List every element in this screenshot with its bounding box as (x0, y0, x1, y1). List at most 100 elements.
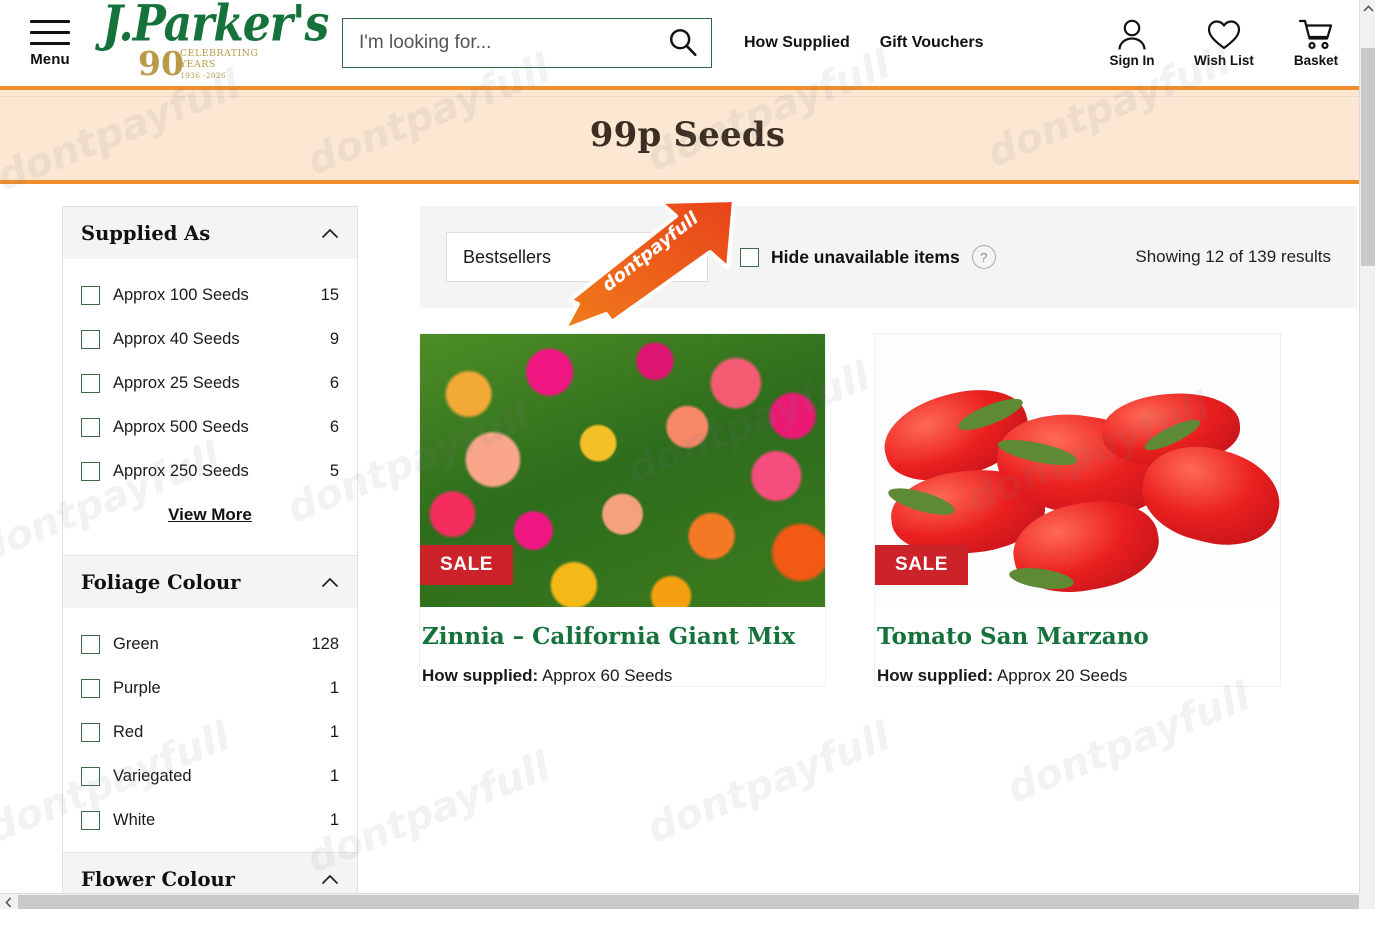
status-badge: SALE (875, 545, 969, 585)
hide-unavailable-label: Hide unavailable items (771, 246, 960, 267)
chevron-up-icon (1362, 5, 1374, 12)
filter-option-label: Green (113, 634, 159, 653)
filter-option-count: 1 (329, 766, 339, 785)
product-title[interactable]: Zinnia – California Giant Mix (420, 607, 825, 652)
help-icon[interactable]: ? (971, 245, 996, 269)
filter-option-count: 6 (329, 373, 339, 392)
filter-option[interactable]: Approx 500 Seeds 6 (81, 405, 339, 449)
chevron-left-icon (5, 896, 12, 908)
search-box (342, 18, 712, 68)
cart-icon (1298, 19, 1333, 50)
filter-option[interactable]: White 1 (81, 798, 339, 842)
facet-flower-colour-title: Flower Colour (81, 867, 235, 891)
product-supplied: How supplied: Approx 60 Seeds (420, 652, 825, 686)
scroll-left-button[interactable] (0, 894, 17, 909)
filter-option[interactable]: Variegated 1 (81, 754, 339, 798)
filter-option[interactable]: Red 1 (81, 710, 339, 754)
logo-anniversary-number: 90 (138, 44, 184, 83)
checkbox-icon[interactable] (81, 461, 100, 481)
vertical-scrollbar[interactable] (1359, 0, 1375, 909)
facet-supplied-as-title: Supplied As (81, 221, 211, 245)
vertical-scrollbar-thumb[interactable] (1361, 48, 1375, 266)
filter-option-label: Purple (113, 678, 161, 697)
page-title-banner: 99p Seeds (0, 86, 1375, 184)
sign-in-label: Sign In (1109, 53, 1155, 68)
filter-option-count: 1 (329, 810, 339, 829)
basket-button[interactable]: Basket (1285, 18, 1347, 68)
filter-sidebar: Supplied As Approx 100 Seeds 15 Approx 4… (62, 206, 358, 906)
wish-list-button[interactable]: Wish List (1193, 18, 1255, 68)
filter-option-label: Approx 500 Seeds (113, 417, 249, 436)
logo-celebrating-text: CELEBRATING YEARS (180, 48, 259, 71)
filter-option-count: 9 (329, 329, 339, 348)
horizontal-scrollbar-thumb[interactable] (18, 895, 1375, 909)
checkbox-icon[interactable] (81, 634, 100, 654)
site-logo[interactable]: J.Parker's 90 CELEBRATING YEARS 1936 -20… (96, 0, 329, 85)
page-root: Menu J.Parker's 90 CELEBRATING YEARS 193… (0, 0, 1375, 909)
nav-item-how-supplied[interactable]: How Supplied (744, 34, 850, 52)
header-actions: Sign In Wish List Basket (1101, 18, 1357, 68)
header-nav: How Supplied Gift Vouchers (744, 34, 984, 52)
nav-item-gift-vouchers[interactable]: Gift Vouchers (880, 34, 984, 52)
filter-option-count: 5 (329, 461, 339, 480)
product-image[interactable]: SALE (875, 334, 1280, 607)
facet-foliage-colour-body: Green 128 Purple 1 Red 1 Variegated 1 Wh… (63, 608, 357, 852)
status-badge: SALE (420, 545, 514, 585)
filter-option[interactable]: Approx 25 Seeds 6 (81, 361, 339, 405)
product-supplied-value: Approx 20 Seeds (996, 665, 1128, 685)
checkbox-icon[interactable] (81, 766, 100, 786)
product-image[interactable]: SALE (420, 334, 825, 607)
product-title[interactable]: Tomato San Marzano (875, 607, 1280, 652)
filter-option-count: 1 (329, 722, 339, 741)
product-card[interactable]: SALE Tomato San Marzano How supplied: Ap… (875, 334, 1280, 686)
menu-button-label: Menu (30, 51, 70, 68)
hamburger-icon (30, 20, 70, 45)
filter-option-label: Approx 40 Seeds (113, 329, 240, 348)
sort-dropdown[interactable]: Bestsellers (446, 232, 708, 282)
filter-option[interactable]: Approx 100 Seeds 15 (81, 273, 339, 317)
facet-supplied-as: Supplied As Approx 100 Seeds 15 Approx 4… (62, 206, 358, 555)
chevron-up-icon (321, 577, 339, 587)
heart-icon (1207, 20, 1241, 50)
hide-unavailable-toggle[interactable]: Hide unavailable items ? (740, 245, 996, 269)
product-supplied-label: How supplied: (877, 665, 994, 685)
checkbox-icon[interactable] (81, 678, 100, 698)
facet-foliage-colour-title: Foliage Colour (81, 570, 241, 594)
product-supplied: How supplied: Approx 20 Seeds (875, 652, 1280, 686)
filter-option-label: Approx 100 Seeds (113, 285, 249, 304)
checkbox-icon[interactable] (81, 285, 100, 305)
view-more-link[interactable]: View More (81, 493, 339, 545)
filter-option[interactable]: Purple 1 (81, 666, 339, 710)
filter-option[interactable]: Approx 250 Seeds 5 (81, 449, 339, 493)
filter-option-count: 128 (311, 634, 339, 653)
menu-button[interactable]: Menu (18, 20, 82, 68)
facet-foliage-colour-header[interactable]: Foliage Colour (63, 556, 357, 608)
filter-option-label: White (113, 810, 156, 829)
search-input[interactable] (342, 18, 712, 68)
page-title: 99p Seeds (589, 115, 786, 155)
horizontal-scrollbar[interactable] (0, 893, 1375, 909)
checkbox-icon[interactable] (81, 417, 100, 437)
facet-foliage-colour: Foliage Colour Green 128 Purple 1 Red 1 … (62, 555, 358, 852)
checkbox-icon[interactable] (81, 722, 100, 742)
checkbox-icon[interactable] (81, 810, 100, 830)
filter-option-count: 6 (329, 417, 339, 436)
chevron-up-icon (321, 228, 339, 238)
scroll-up-button[interactable] (1360, 0, 1375, 17)
checkbox-icon[interactable] (81, 373, 100, 393)
filter-option[interactable]: Approx 40 Seeds 9 (81, 317, 339, 361)
site-header: Menu J.Parker's 90 CELEBRATING YEARS 193… (0, 0, 1375, 86)
chevron-down-icon (672, 252, 690, 263)
product-card[interactable]: SALE Zinnia – California Giant Mix How s… (420, 334, 825, 686)
sign-in-button[interactable]: Sign In (1101, 18, 1163, 68)
logo-wordmark: J.Parker's (102, 0, 329, 54)
search-button[interactable] (664, 27, 702, 61)
filter-option-count: 1 (329, 678, 339, 697)
filter-option-label: Variegated (113, 766, 192, 785)
filter-option[interactable]: Green 128 (81, 622, 339, 666)
filter-option-count: 15 (320, 285, 339, 304)
facet-supplied-as-header[interactable]: Supplied As (63, 207, 357, 259)
checkbox-icon[interactable] (740, 247, 759, 267)
checkbox-icon[interactable] (81, 329, 100, 349)
filter-option-label: Approx 25 Seeds (113, 373, 240, 392)
